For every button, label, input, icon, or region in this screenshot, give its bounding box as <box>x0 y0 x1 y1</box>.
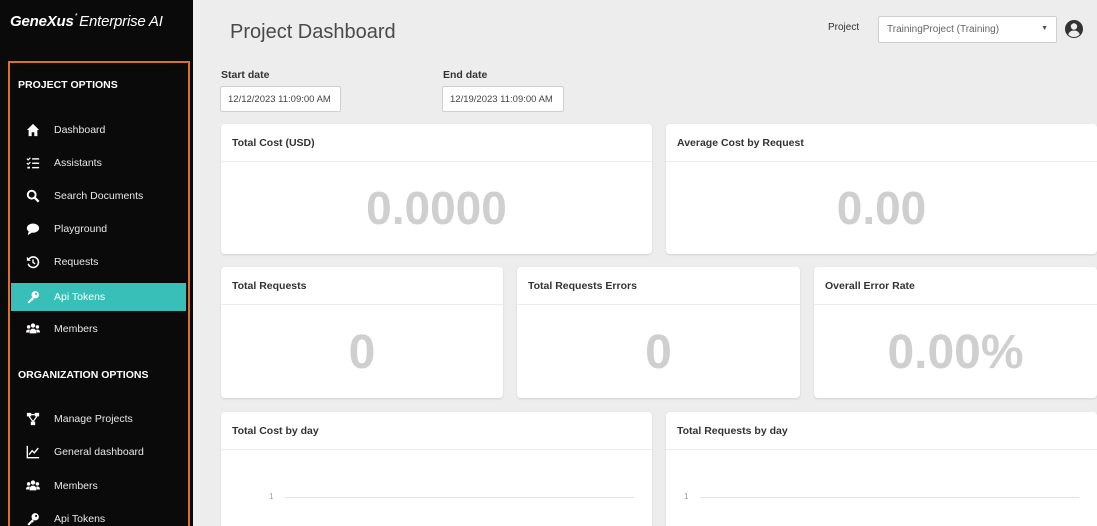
sidebar-item-label: General dashboard <box>54 446 144 458</box>
sidebar-item-api-tokens[interactable]: Api Tokens <box>11 283 186 311</box>
sidebar: GeneXus* Enterprise AI PROJECT OPTIONS Da… <box>0 0 193 526</box>
request-errors-card: Total Requests Errors 0 <box>517 267 800 398</box>
key-icon <box>25 511 41 526</box>
brand-name-rest: Enterprise AI <box>79 13 163 30</box>
key-icon <box>25 289 41 305</box>
sidebar-item-label: Playground <box>54 223 108 235</box>
card-title: Average Cost by Request <box>666 124 1097 162</box>
history-icon <box>25 254 41 270</box>
request-errors-value: 0 <box>645 326 672 379</box>
card-title: Total Requests <box>221 267 503 305</box>
page-title: Project Dashboard <box>230 21 396 43</box>
requests-by-day-chart-card: Total Requests by day 1 <box>666 412 1097 526</box>
checklist-icon <box>25 155 41 171</box>
sidebar-item-label: Manage Projects <box>54 413 133 425</box>
y-axis-tick: 1 <box>269 492 274 501</box>
line-chart-icon <box>25 444 41 460</box>
sidebar-item-members[interactable]: Members <box>11 315 186 343</box>
sidebar-item-dashboard[interactable]: Dashboard <box>11 116 186 144</box>
sidebar-item-label: Api Tokens <box>54 291 106 303</box>
error-rate-value: 0.00% <box>887 326 1024 379</box>
users-icon <box>25 321 41 337</box>
card-title: Total Requests by day <box>666 412 1097 450</box>
user-circle-icon[interactable] <box>1064 19 1084 39</box>
brand-mark: * <box>74 13 78 20</box>
end-date-label: End date <box>443 69 488 81</box>
home-icon <box>25 122 41 138</box>
sidebar-item-manage-projects[interactable]: Manage Projects <box>11 405 186 433</box>
card-title: Total Cost (USD) <box>221 124 652 162</box>
search-icon <box>25 188 41 204</box>
total-requests-value: 0 <box>348 326 376 379</box>
sidebar-item-org-api-tokens[interactable]: Api Tokens <box>11 505 186 526</box>
chat-bubble-icon <box>25 221 41 237</box>
start-date-input[interactable]: 12/12/2023 11:09:00 AM <box>220 86 341 112</box>
sidebar-item-label: Search Documents <box>54 190 144 202</box>
sidebar-item-assistants[interactable]: Assistants <box>11 149 186 177</box>
project-select[interactable]: TrainingProject (Training) ▼ <box>878 16 1057 43</box>
average-cost-card: Average Cost by Request 0.00 <box>666 124 1097 254</box>
gridline <box>285 497 634 498</box>
sidebar-item-search-documents[interactable]: Search Documents <box>11 182 186 210</box>
sidebar-item-playground[interactable]: Playground <box>11 215 186 243</box>
sidebar-item-label: Api Tokens <box>54 513 106 525</box>
sidebar-item-requests[interactable]: Requests <box>11 248 186 276</box>
gridline <box>700 497 1079 498</box>
end-date-input[interactable]: 12/19/2023 11:09:00 AM <box>442 86 564 112</box>
card-title: Overall Error Rate <box>814 267 1097 305</box>
project-tree-icon <box>25 411 41 427</box>
average-cost-value: 0.00 <box>836 182 927 234</box>
project-label: Project <box>828 22 860 33</box>
sidebar-item-label: Requests <box>54 256 99 268</box>
project-options-heading: PROJECT OPTIONS <box>18 79 118 91</box>
organization-options-heading: ORGANIZATION OPTIONS <box>18 369 149 381</box>
card-title: Total Requests Errors <box>517 267 800 305</box>
total-cost-value: 0.0000 <box>366 182 507 234</box>
project-select-value: TrainingProject (Training) <box>887 24 1000 35</box>
error-rate-card: Overall Error Rate 0.00% <box>814 267 1097 398</box>
sidebar-item-general-dashboard[interactable]: General dashboard <box>11 438 186 466</box>
total-cost-card: Total Cost (USD) 0.0000 <box>221 124 652 254</box>
caret-down-icon: ▼ <box>1041 25 1048 32</box>
brand-name-bold: GeneXus <box>10 13 74 30</box>
y-axis-tick: 1 <box>684 492 689 501</box>
cost-by-day-chart-card: Total Cost by day 1 <box>221 412 652 526</box>
sidebar-item-label: Members <box>54 323 98 335</box>
sidebar-item-label: Dashboard <box>54 124 106 136</box>
sidebar-item-org-members[interactable]: Members <box>11 472 186 500</box>
start-date-label: Start date <box>221 69 270 81</box>
users-icon <box>25 478 41 494</box>
sidebar-item-label: Members <box>54 480 98 492</box>
total-requests-card: Total Requests 0 <box>221 267 503 398</box>
card-title: Total Cost by day <box>221 412 652 450</box>
brand-logo[interactable]: GeneXus* Enterprise AI <box>0 0 193 52</box>
sidebar-item-label: Assistants <box>54 157 102 169</box>
